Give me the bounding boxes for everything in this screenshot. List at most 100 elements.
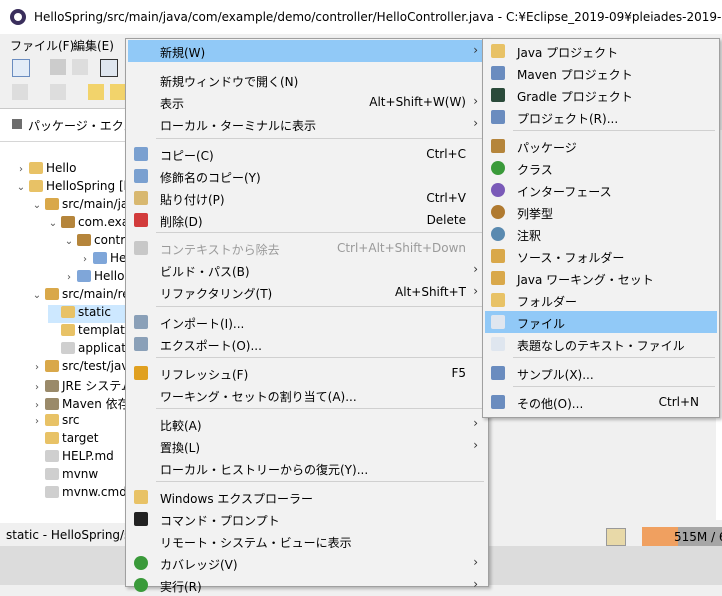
menu-item-entry-17[interactable]: ローカル・ヒストリーからの復元(Y)... <box>128 457 486 479</box>
menu-item-import[interactable]: インポート(I)... <box>128 311 486 333</box>
menu-item-entry-10[interactable]: リファクタリング(T) Alt+Shift+T › <box>128 281 486 303</box>
menu-item-copy-qualified[interactable]: 修飾名のコピー(Y) <box>128 165 486 187</box>
menu-item-file[interactable]: ファイル <box>485 311 717 333</box>
expand-toggle-icon[interactable]: › <box>64 272 74 283</box>
expand-toggle-icon[interactable]: ⌄ <box>32 200 42 211</box>
submenu-arrow-icon: › <box>473 577 478 591</box>
menu-item-entry-1[interactable]: 新規ウィンドウで開く(N) <box>128 69 486 91</box>
menu-file[interactable]: ファイル(F) <box>10 37 74 54</box>
menu-separator <box>156 232 484 233</box>
package-explorer-tab[interactable]: パッケージ・エクスプロー <box>0 109 171 142</box>
tree-item[interactable]: ⌄ HelloSpring [b <box>16 179 131 197</box>
submenu-arrow-icon: › <box>473 284 478 298</box>
tree-item-label: contr <box>94 233 126 247</box>
menu-item-shortcut: Ctrl+N <box>658 395 699 409</box>
menu-item-package[interactable]: パッケージ <box>485 135 717 157</box>
tree-item[interactable]: › Hello <box>16 161 76 179</box>
tree-item[interactable]: static <box>48 305 128 323</box>
menu-item-maven-project[interactable]: Maven プロジェクト <box>485 62 717 84</box>
tree-item[interactable]: › src <box>32 413 80 431</box>
menu-item-refresh[interactable]: リフレッシュ(F) F5 <box>128 362 486 384</box>
menu-item-annotation[interactable]: 注釈 <box>485 223 717 245</box>
tree-item-label: static <box>78 305 111 319</box>
expand-toggle-icon[interactable]: › <box>32 382 42 393</box>
expand-toggle-icon[interactable]: › <box>80 254 90 265</box>
menu-item-enum[interactable]: 列挙型 <box>485 201 717 223</box>
console-icon[interactable] <box>100 59 118 77</box>
prev-annotation-icon[interactable] <box>50 84 66 100</box>
expand-toggle-icon[interactable]: › <box>32 400 42 411</box>
tree-item[interactable]: template <box>48 323 132 341</box>
menu-item-java-project[interactable]: Java プロジェクト <box>485 40 717 62</box>
menu-item-run[interactable]: 実行(R) › <box>128 574 486 596</box>
tree-item[interactable]: mvnw <box>32 467 98 485</box>
menu-edit[interactable]: 編集(E) <box>73 37 114 54</box>
expand-toggle-icon[interactable]: ⌄ <box>64 236 74 247</box>
tree-item[interactable]: applicati <box>48 341 129 359</box>
new-icon[interactable] <box>12 59 30 77</box>
tree-item[interactable]: › Maven 依存 <box>32 395 130 413</box>
back-icon[interactable] <box>110 84 126 100</box>
tree-item[interactable]: ⌄ contr <box>64 233 125 251</box>
menu-item-source-folder[interactable]: ソース・フォルダー <box>485 245 717 267</box>
tree-item-label: HelloSpring [b <box>46 179 132 193</box>
menu-item-class[interactable]: クラス <box>485 157 717 179</box>
menu-item-command-prompt[interactable]: コマンド・プロンプト <box>128 508 486 530</box>
expand-toggle-icon[interactable]: ⌄ <box>32 290 42 301</box>
menu-item-entry-15[interactable]: 比較(A) › <box>128 413 486 435</box>
menu-item-entry-16[interactable]: 置換(L) › <box>128 435 486 457</box>
expand-toggle-icon[interactable]: › <box>32 416 42 427</box>
source-folder-icon <box>45 198 59 210</box>
tree-item-label: target <box>62 431 99 445</box>
interface-icon <box>491 183 505 197</box>
expand-toggle-icon[interactable]: ⌄ <box>48 218 58 229</box>
menu-item-interface[interactable]: インターフェース <box>485 179 717 201</box>
tree-item[interactable]: ⌄ src/main/re <box>32 287 130 305</box>
tree-item[interactable]: › Hello <box>64 269 124 287</box>
tree-item[interactable]: target <box>32 431 99 449</box>
menu-item-label: その他(O)... <box>517 397 584 411</box>
menu-item-sample[interactable]: サンプル(X)... <box>485 362 717 384</box>
heap-status[interactable]: 515M / 67 <box>642 527 722 547</box>
menu-item-paste[interactable]: 貼り付け(P) Ctrl+V <box>128 187 486 209</box>
menu-item-gradle-project[interactable]: Gradle プロジェクト <box>485 84 717 106</box>
tree-item[interactable]: › He <box>80 251 126 269</box>
delete-icon <box>134 213 148 227</box>
menu-item-coverage[interactable]: カバレッジ(V) › <box>128 552 486 574</box>
menu-item-untitled-text-file[interactable]: 表題なしのテキスト・ファイル <box>485 333 717 355</box>
menu-item-other[interactable]: その他(O)... Ctrl+N <box>485 391 717 413</box>
tree-item[interactable]: ⌄ com.exa <box>48 215 129 233</box>
menu-item-entry-3[interactable]: ローカル・ターミナルに表示 › <box>128 113 486 135</box>
menu-item-entry-20[interactable]: リモート・システム・ビューに表示 <box>128 530 486 552</box>
menu-item-label: Gradle プロジェクト <box>517 90 633 104</box>
menu-item-working-set[interactable]: Java ワーキング・セット <box>485 267 717 289</box>
file-icon <box>61 342 75 354</box>
last-edit-icon[interactable] <box>88 84 104 100</box>
cmd-file-icon <box>45 486 59 498</box>
menu-item-entry-2[interactable]: 表示 Alt+Shift+W(W) › <box>128 91 486 113</box>
menu-item-label: 表示 <box>160 97 185 111</box>
menu-item-folder[interactable]: フォルダー <box>485 289 717 311</box>
save-all-icon[interactable] <box>72 59 88 75</box>
annotation-icon <box>491 227 505 241</box>
menu-item-delete[interactable]: 削除(D) Delete <box>128 209 486 231</box>
menu-item-label: ファイル <box>517 317 566 331</box>
menu-item-entry-9[interactable]: ビルド・パス(B) › <box>128 259 486 281</box>
expand-toggle-icon[interactable]: › <box>16 164 26 175</box>
save-icon[interactable] <box>50 59 66 75</box>
expand-toggle-icon[interactable]: › <box>32 362 42 373</box>
menu-item-entry-0[interactable]: 新規(W) › <box>128 40 486 62</box>
menu-item-label: リファクタリング(T) <box>160 287 273 301</box>
menu-item-windows-explorer[interactable]: Windows エクスプローラー <box>128 486 486 508</box>
menu-item-project[interactable]: プロジェクト(R)... <box>485 106 717 128</box>
next-annotation-icon[interactable] <box>12 84 28 100</box>
workspace-icon[interactable] <box>606 528 626 546</box>
menu-item-copy[interactable]: コピー(C) Ctrl+C <box>128 143 486 165</box>
tree-item[interactable]: mvnw.cmd <box>32 485 127 503</box>
expand-toggle-icon[interactable]: ⌄ <box>16 182 26 193</box>
menu-item-export[interactable]: エクスポート(O)... <box>128 333 486 355</box>
tree-item[interactable]: › src/test/java <box>32 359 136 377</box>
tree-item[interactable]: HELP.md <box>32 449 114 467</box>
tree-item[interactable]: ⌄ src/main/ja <box>32 197 128 215</box>
menu-item-entry-14[interactable]: ワーキング・セットの割り当て(A)... <box>128 384 486 406</box>
